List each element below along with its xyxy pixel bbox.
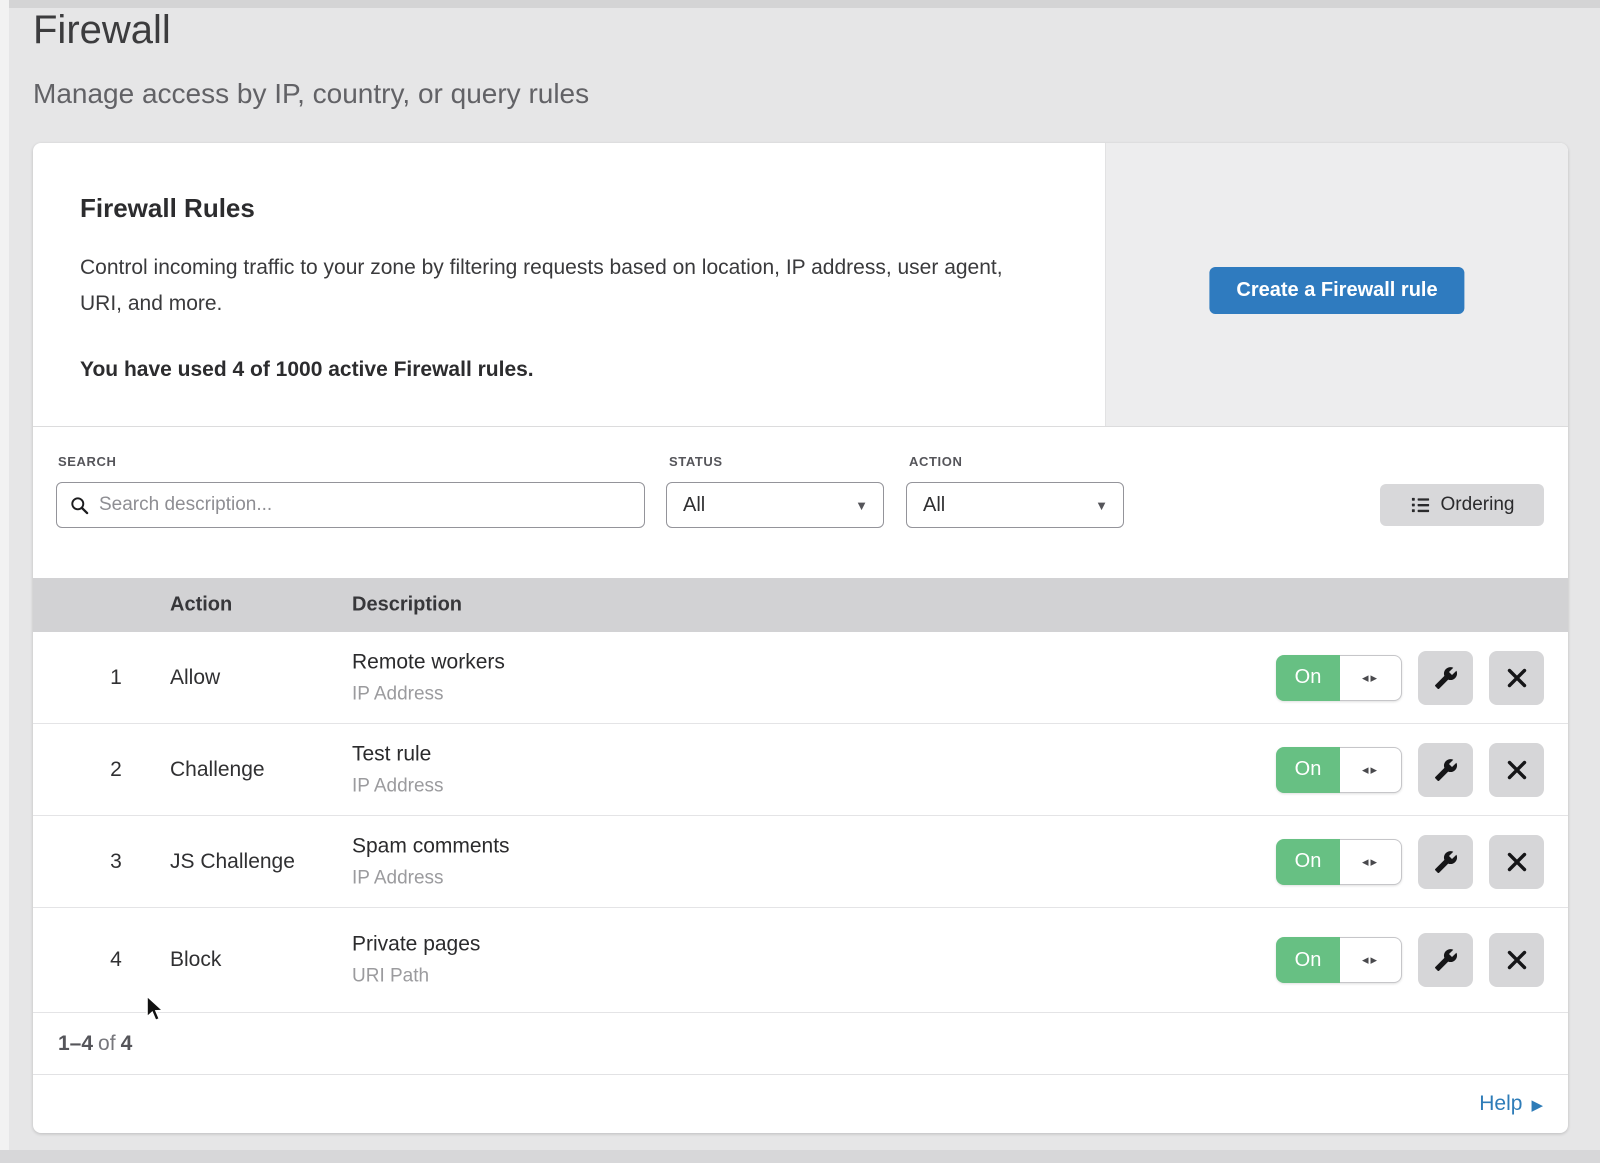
status-select-value: All	[683, 494, 705, 517]
rules-table-body: 1 Allow Remote workers IP Address On ◂▸	[33, 632, 1568, 1013]
page-subtitle: Manage access by IP, country, or query r…	[33, 78, 589, 110]
usage-summary: You have used 4 of 1000 active Firewall …	[80, 358, 1040, 382]
close-icon	[1506, 851, 1528, 873]
ordered-list-icon	[1410, 495, 1431, 515]
rule-action: Allow	[170, 666, 220, 690]
wrench-icon	[1434, 850, 1458, 874]
status-label: STATUS	[669, 454, 723, 469]
table-header: Action Description	[33, 578, 1568, 632]
column-header-action: Action	[170, 594, 232, 617]
toggle-arrows-icon: ◂▸	[1340, 937, 1402, 983]
ordering-button-label: Ordering	[1441, 494, 1515, 516]
help-arrow-icon: ▶	[1531, 1094, 1543, 1114]
edit-rule-button[interactable]	[1418, 651, 1473, 705]
close-icon	[1506, 759, 1528, 781]
status-select[interactable]: All ▼	[666, 482, 884, 528]
help-link[interactable]: Help ▶	[1479, 1092, 1543, 1116]
rule-priority: 3	[95, 850, 137, 874]
edit-rule-button[interactable]	[1418, 933, 1473, 987]
rule-match-type: IP Address	[352, 683, 505, 705]
wrench-icon	[1434, 948, 1458, 972]
column-header-description: Description	[352, 594, 462, 617]
chevron-down-icon: ▼	[1095, 498, 1108, 513]
toggle-on-label: On	[1276, 937, 1340, 983]
toggle-on-label: On	[1276, 839, 1340, 885]
rule-priority: 1	[95, 666, 137, 690]
toggle-arrows-icon: ◂▸	[1340, 747, 1402, 793]
edit-rule-button[interactable]	[1418, 743, 1473, 797]
rule-description: Spam comments	[352, 834, 510, 858]
pagination-of: of	[93, 1032, 121, 1055]
rule-match-type: IP Address	[352, 775, 444, 797]
table-row: 2 Challenge Test rule IP Address On ◂▸	[33, 724, 1568, 816]
toggle-arrows-icon: ◂▸	[1340, 839, 1402, 885]
search-icon	[70, 496, 89, 515]
close-icon	[1506, 667, 1528, 689]
rule-enabled-toggle[interactable]: On ◂▸	[1276, 937, 1402, 983]
window-edge-bottom	[0, 1150, 1600, 1163]
rule-match-type: IP Address	[352, 867, 510, 889]
delete-rule-button[interactable]	[1489, 933, 1544, 987]
rule-description: Remote workers	[352, 650, 505, 674]
pagination-total: 4	[121, 1032, 133, 1055]
rule-match-type: URI Path	[352, 966, 480, 988]
toggle-on-label: On	[1276, 655, 1340, 701]
chevron-down-icon: ▼	[855, 498, 868, 513]
rule-action: Challenge	[170, 758, 265, 782]
toggle-arrows-icon: ◂▸	[1340, 655, 1402, 701]
table-row: 3 JS Challenge Spam comments IP Address …	[33, 816, 1568, 908]
rule-enabled-toggle[interactable]: On ◂▸	[1276, 839, 1402, 885]
search-box[interactable]	[56, 482, 645, 528]
delete-rule-button[interactable]	[1489, 743, 1544, 797]
rule-description: Private pages	[352, 933, 480, 957]
rule-priority: 2	[95, 758, 137, 782]
card-footer: Help ▶	[33, 1075, 1568, 1133]
pagination-range: 1–4	[58, 1032, 93, 1055]
delete-rule-button[interactable]	[1489, 651, 1544, 705]
rule-enabled-toggle[interactable]: On ◂▸	[1276, 747, 1402, 793]
pagination-bar: 1–4of4	[33, 1013, 1568, 1075]
firewall-rules-card: Firewall Rules Control incoming traffic …	[33, 143, 1568, 1133]
rule-action: JS Challenge	[170, 850, 295, 874]
action-select-value: All	[923, 494, 945, 517]
edit-rule-button[interactable]	[1418, 835, 1473, 889]
card-description: Control incoming traffic to your zone by…	[80, 250, 1030, 322]
rule-action: Block	[170, 948, 221, 972]
search-label: SEARCH	[58, 454, 117, 469]
toggle-on-label: On	[1276, 747, 1340, 793]
rule-enabled-toggle[interactable]: On ◂▸	[1276, 655, 1402, 701]
card-intro-section: Firewall Rules Control incoming traffic …	[33, 143, 1568, 427]
ordering-button[interactable]: Ordering	[1380, 484, 1544, 526]
create-firewall-rule-button[interactable]: Create a Firewall rule	[1209, 267, 1464, 314]
table-row: 1 Allow Remote workers IP Address On ◂▸	[33, 632, 1568, 724]
close-icon	[1506, 949, 1528, 971]
card-heading: Firewall Rules	[80, 193, 1040, 224]
window-edge-left	[0, 0, 9, 1163]
action-select[interactable]: All ▼	[906, 482, 1124, 528]
rule-description: Test rule	[352, 742, 444, 766]
page-title: Firewall	[33, 8, 171, 53]
search-input[interactable]	[99, 494, 631, 516]
help-link-label: Help	[1479, 1092, 1522, 1116]
window-edge-top	[9, 0, 1600, 8]
wrench-icon	[1434, 666, 1458, 690]
action-label: ACTION	[909, 454, 962, 469]
rule-priority: 4	[95, 948, 137, 972]
delete-rule-button[interactable]	[1489, 835, 1544, 889]
wrench-icon	[1434, 758, 1458, 782]
create-rule-panel: Create a Firewall rule	[1105, 143, 1568, 426]
table-row: 4 Block Private pages URI Path On ◂▸	[33, 908, 1568, 1013]
filters-bar: SEARCH STATUS All ▼ ACTION All ▼	[33, 428, 1568, 570]
